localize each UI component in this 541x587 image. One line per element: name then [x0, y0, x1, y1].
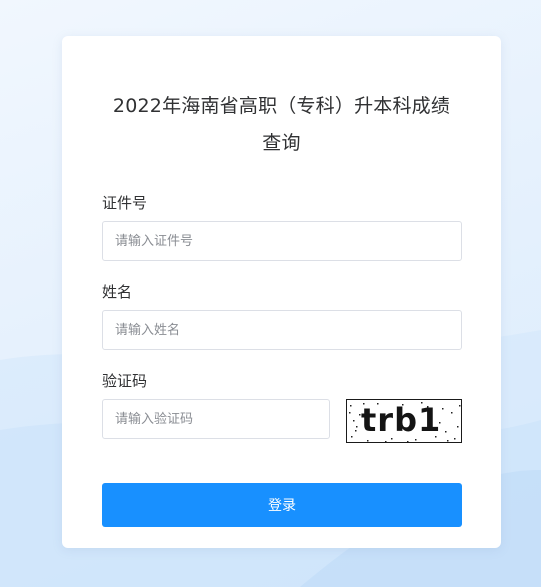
title-line-2: 查询 [262, 132, 301, 154]
name-input[interactable] [102, 310, 462, 350]
id-number-label: 证件号 [102, 194, 148, 212]
captcha-image[interactable]: trb1 [346, 399, 462, 443]
login-card: 2022年海南省高职（专科）升本科成绩 查询 证件号 姓名 验证码 [62, 36, 501, 548]
id-number-input[interactable] [102, 221, 462, 261]
name-label: 姓名 [102, 283, 133, 301]
captcha-label: 验证码 [102, 372, 148, 390]
title-line-1: 2022年海南省高职（专科）升本科成绩 [112, 95, 451, 117]
captcha-text: trb1 [361, 401, 442, 439]
login-button[interactable]: 登录 [102, 483, 462, 527]
captcha-input[interactable] [102, 399, 330, 439]
page-title: 2022年海南省高职（专科）升本科成绩 查询 [62, 88, 501, 162]
